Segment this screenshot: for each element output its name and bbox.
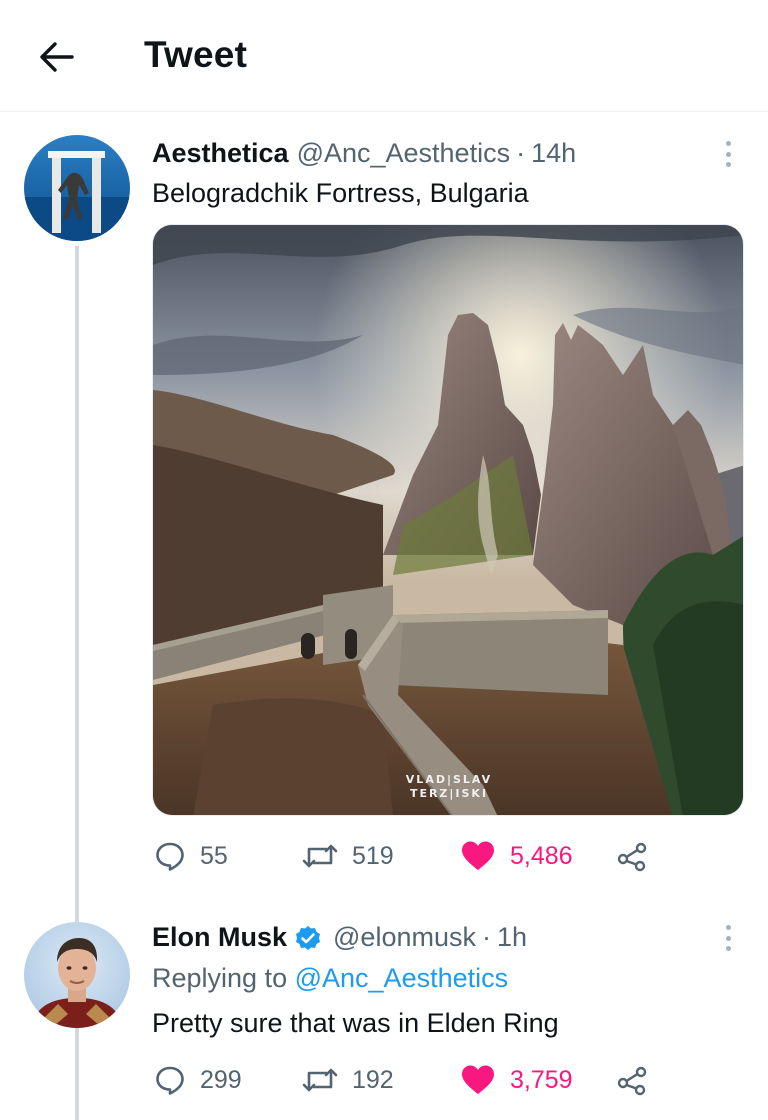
arrow-left-icon — [40, 42, 74, 72]
avatar[interactable] — [24, 922, 130, 1028]
like-button[interactable]: 5,486 — [460, 836, 573, 876]
tweet-actions-bar: 299 192 3,759 — [152, 1060, 652, 1100]
retweet-icon — [302, 840, 338, 872]
retweet-icon — [302, 1064, 338, 1096]
top-bar: Tweet — [0, 0, 768, 112]
more-options-button[interactable] — [716, 922, 740, 954]
separator-dot: · — [481, 922, 491, 952]
retweet-count: 192 — [352, 1065, 394, 1094]
author-name[interactable]: Aesthetica — [152, 138, 289, 169]
separator-dot: · — [516, 138, 526, 168]
like-button[interactable]: 3,759 — [460, 1060, 573, 1100]
more-options-button[interactable] — [716, 138, 740, 170]
reply-button[interactable]: 299 — [154, 1060, 242, 1100]
author-handle[interactable]: @elonmusk — [333, 922, 476, 953]
tweet-actions-bar: 55 519 5,486 — [152, 836, 652, 876]
tweet-text: Belogradchik Fortress, Bulgaria — [152, 178, 529, 208]
more-vertical-icon — [725, 925, 731, 930]
share-button[interactable] — [616, 1060, 662, 1100]
author-name[interactable]: Elon Musk — [152, 922, 287, 953]
share-icon — [616, 840, 648, 872]
replying-to-handle-link[interactable]: @Anc_Aesthetics — [295, 963, 509, 993]
author-handle[interactable]: @Anc_Aesthetics — [297, 138, 511, 169]
photo-watermark-line1: VLAD|SLAV — [406, 773, 492, 786]
retweet-button[interactable]: 192 — [302, 1060, 394, 1100]
tweet-time[interactable]: 14h — [531, 138, 576, 169]
avatar[interactable] — [24, 135, 130, 241]
share-button[interactable] — [616, 836, 662, 876]
replying-to-label: Replying to — [152, 963, 288, 993]
page-title: Tweet — [144, 34, 248, 75]
reply-bubble-icon — [154, 840, 186, 872]
reply-button[interactable]: 55 — [154, 836, 228, 876]
more-vertical-icon — [725, 141, 731, 146]
fortress-photo-image: VLAD|SLAV TERZ|ISKI — [153, 225, 743, 815]
tweet-author-row: Aesthetica @Anc_Aesthetics · 14h — [152, 138, 576, 169]
reply-bubble-icon — [154, 1064, 186, 1096]
like-count: 3,759 — [510, 1065, 573, 1094]
heart-filled-icon — [460, 840, 496, 872]
tweet-text: Pretty sure that was in Elden Ring — [152, 1008, 559, 1038]
retweet-count: 519 — [352, 841, 394, 870]
reply-count: 299 — [200, 1065, 242, 1094]
photo-watermark-line2: TERZ|ISKI — [410, 787, 488, 800]
tweet-time[interactable]: 1h — [497, 922, 527, 953]
share-icon — [616, 1064, 648, 1096]
tweet-author-row: Elon Musk @elonmusk · 1h — [152, 922, 527, 953]
back-button[interactable] — [30, 34, 82, 80]
retweet-button[interactable]: 519 — [302, 836, 394, 876]
replying-to-line: Replying to @Anc_Aesthetics — [152, 963, 508, 994]
tweet-photo[interactable]: VLAD|SLAV TERZ|ISKI — [152, 224, 744, 816]
reply-count: 55 — [200, 841, 228, 870]
like-count: 5,486 — [510, 841, 573, 870]
heart-filled-icon — [460, 1064, 496, 1096]
verified-badge-icon — [295, 925, 321, 951]
